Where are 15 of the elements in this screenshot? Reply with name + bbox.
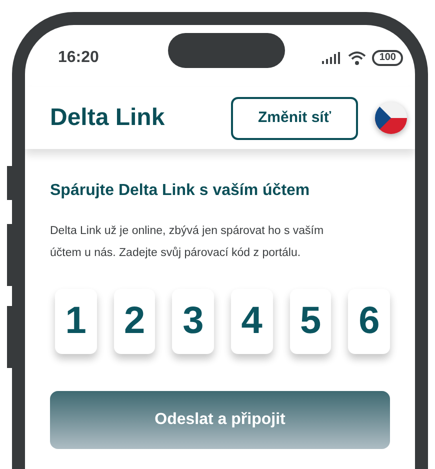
code-digit-field[interactable]: 6 — [348, 289, 390, 354]
code-digit-field[interactable]: 1 — [55, 289, 97, 354]
wifi-icon — [348, 51, 366, 65]
signal-icon — [322, 52, 342, 64]
code-digit-field[interactable]: 2 — [114, 289, 156, 354]
code-digit-field[interactable]: 5 — [290, 289, 332, 354]
flag-icon[interactable] — [375, 102, 407, 134]
code-digit-field[interactable]: 4 — [231, 289, 273, 354]
code-digit-field[interactable]: 3 — [172, 289, 214, 354]
battery-indicator: 100 — [372, 50, 403, 66]
change-network-button[interactable]: Změnit síť — [231, 96, 358, 140]
app-title: Delta Link — [50, 103, 165, 133]
pairing-description: Delta Link už je online, zbývá jen spárovat ho s vaším účtem u nás. Zadejte svůj párovací kód z portálu. — [50, 224, 325, 261]
status-time: 16:20 — [58, 48, 99, 68]
pairing-heading: Spárujte Delta Link s vaším účtem — [50, 181, 311, 201]
